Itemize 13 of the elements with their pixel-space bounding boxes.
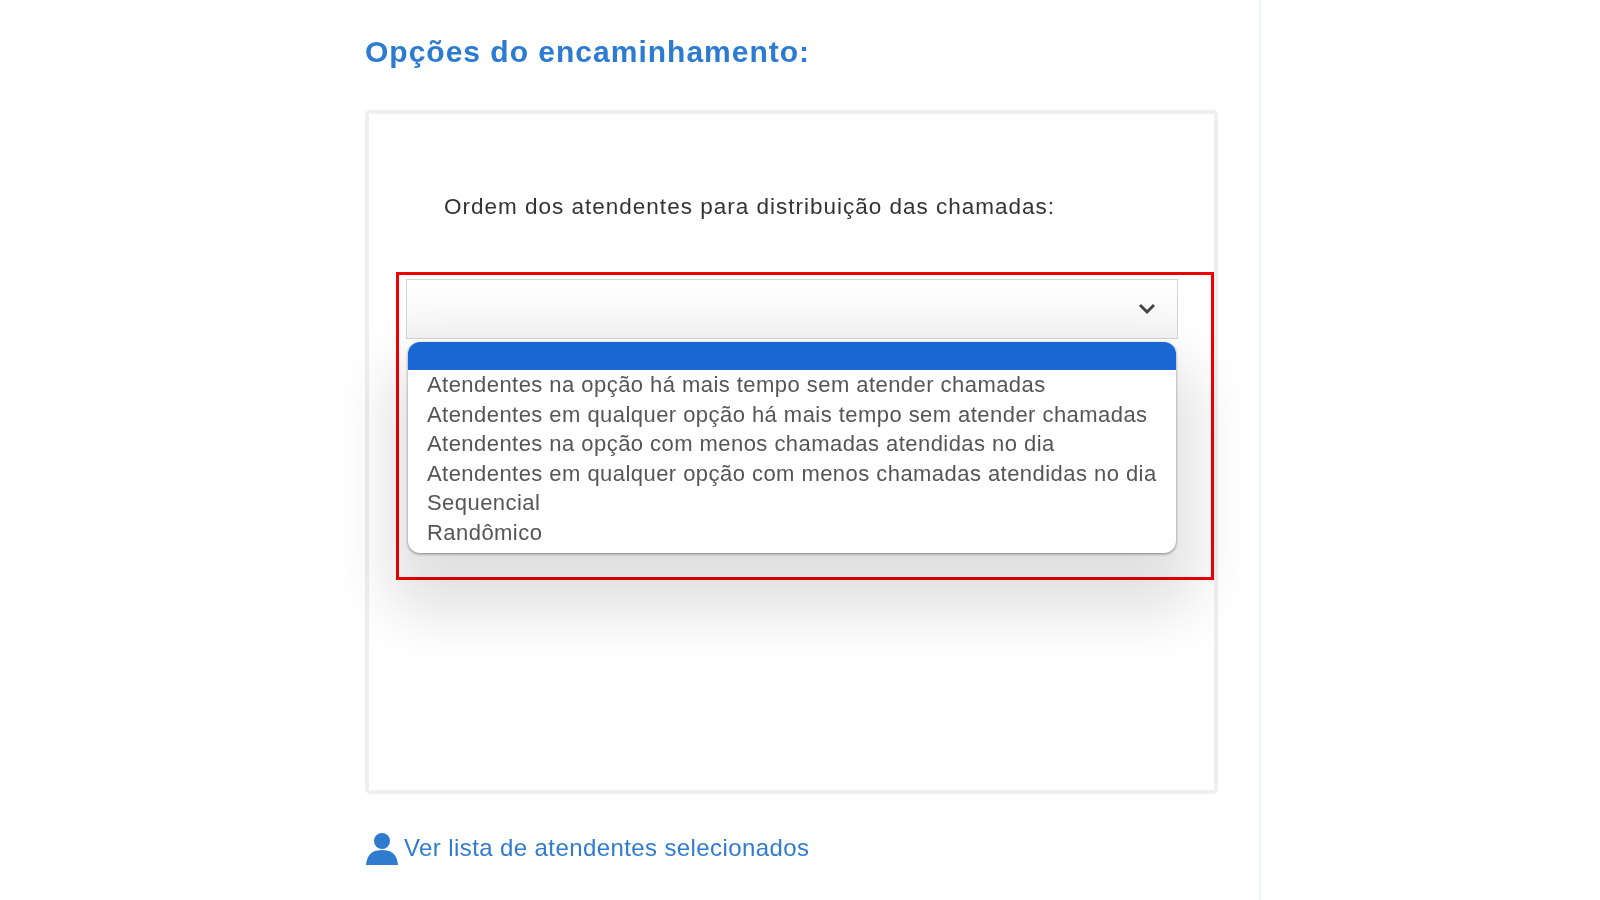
dropdown-option[interactable]: Atendentes na opção há mais tempo sem atender chamadas: [408, 370, 1176, 400]
dropdown-select[interactable]: [406, 279, 1178, 339]
chevron-down-icon: [1137, 303, 1157, 315]
attendants-list-link[interactable]: Ver lista de atendentes selecionados: [404, 834, 810, 862]
dropdown-option[interactable]: Atendentes em qualquer opção com menos chamadas atendidas no dia: [408, 458, 1176, 488]
field-label: Ordem dos atendentes para distribuição das chamadas:: [444, 194, 1056, 220]
person-icon: [365, 831, 399, 865]
section-heading: Opções do encaminhamento:: [365, 34, 812, 70]
dropdown-option[interactable]: [408, 342, 1176, 370]
dropdown-option[interactable]: Sequencial: [408, 488, 1176, 518]
dropdown-option[interactable]: Atendentes na opção com menos chamadas atendidas no dia: [408, 429, 1176, 459]
dropdown-option[interactable]: Randômico: [408, 517, 1176, 547]
dropdown-option[interactable]: Atendentes em qualquer opção há mais tempo sem atender chamadas: [408, 399, 1176, 429]
